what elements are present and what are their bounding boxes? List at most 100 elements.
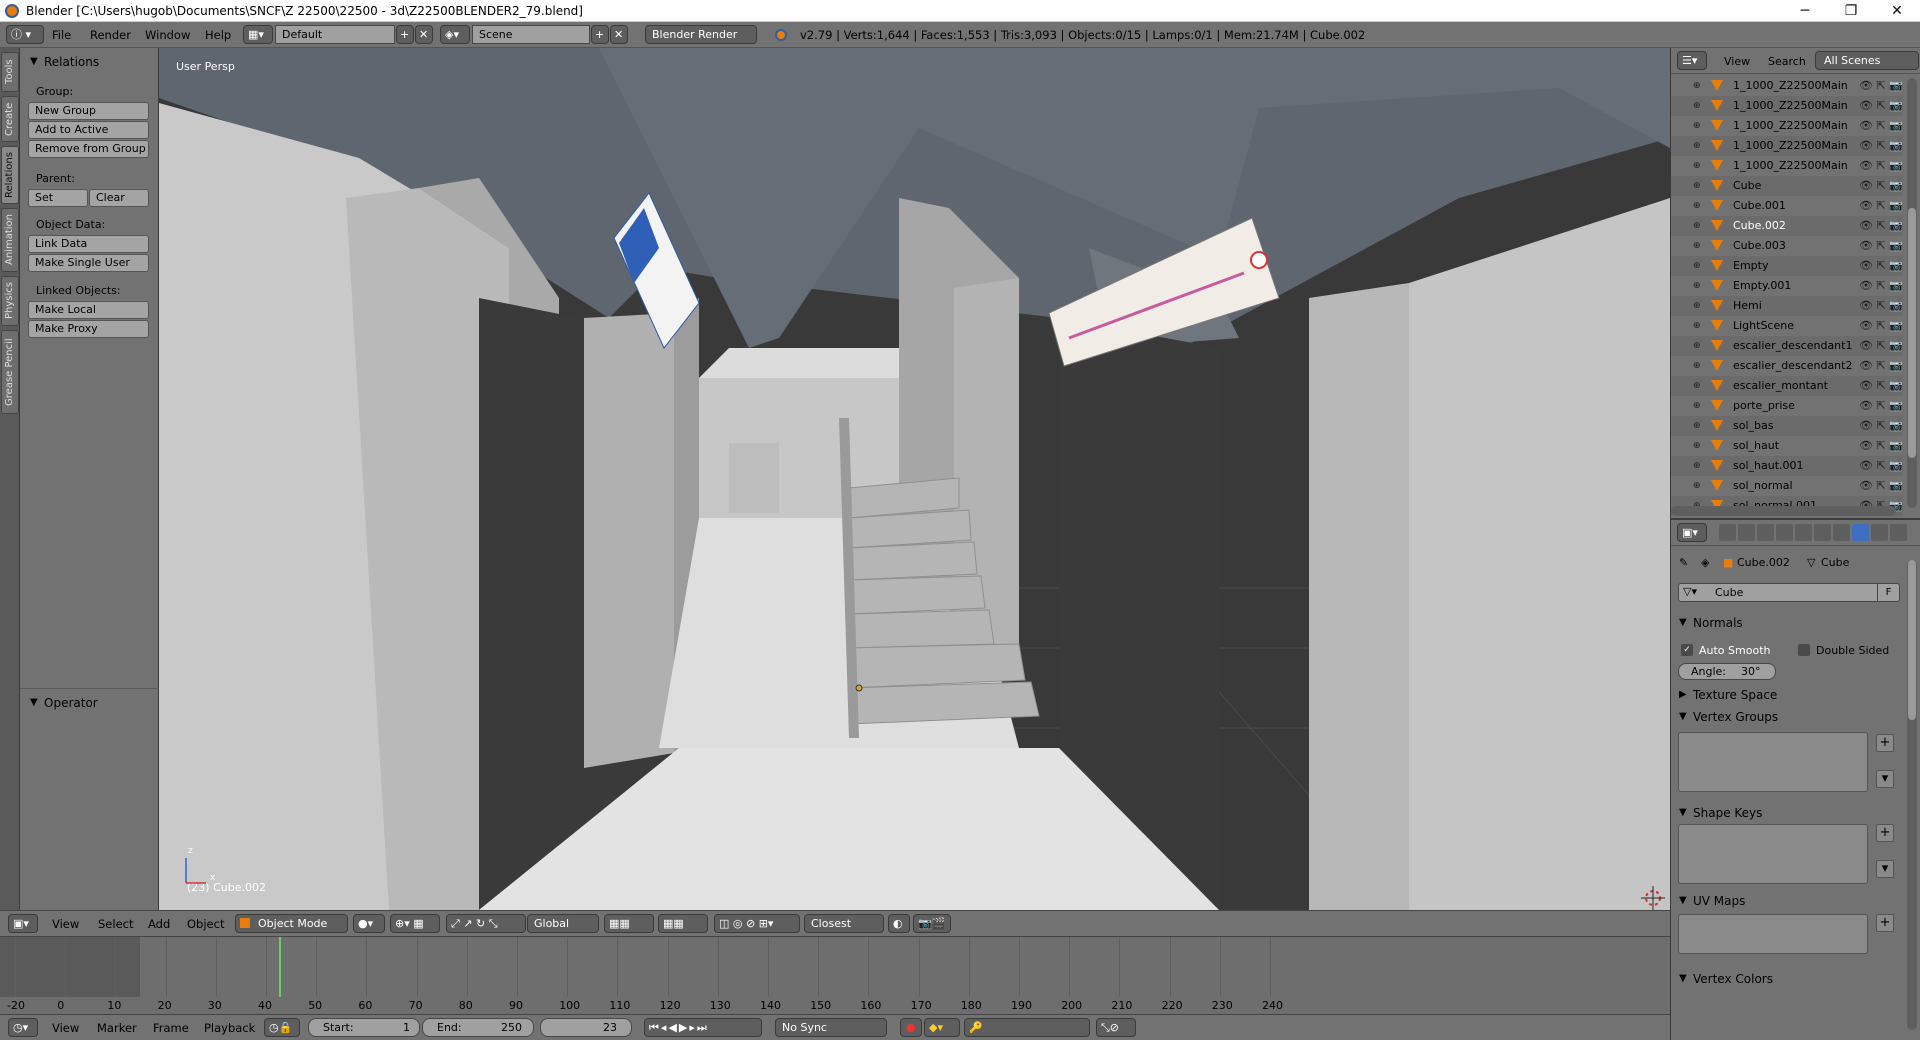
outliner-item-name[interactable]: escalier_montant	[1733, 376, 1857, 396]
end-value[interactable]: 250	[501, 1019, 522, 1036]
menu-window[interactable]: Window	[145, 28, 190, 42]
outliner-row[interactable]: ⊕ Cube.003 👁 ⇱ 📷	[1671, 236, 1903, 256]
end-frame-field[interactable]: End: 250	[422, 1018, 534, 1037]
vertex-groups-panel-header[interactable]: ▼ Vertex Groups	[1671, 706, 1903, 728]
visibility-toggle-icons[interactable]: 👁 ⇱ 📷	[1859, 96, 1903, 116]
preview-range-icons[interactable]: ◷🔒	[264, 1018, 300, 1037]
outliner-row[interactable]: ⊕ Cube.002 👁 ⇱ 📷	[1671, 216, 1903, 236]
expand-icon[interactable]: ⊕	[1693, 276, 1701, 296]
expand-icon[interactable]: ⊕	[1693, 76, 1701, 96]
relations-panel-header[interactable]: ▼ Relations	[20, 52, 159, 72]
outliner-row[interactable]: ⊕ 1_1000_Z22500Main 👁 ⇱ 📷	[1671, 116, 1903, 136]
normals-panel-header[interactable]: ▼ Normals	[1671, 612, 1903, 634]
tab-physics[interactable]: Physics	[1, 276, 19, 326]
view-menu[interactable]: View	[52, 917, 79, 931]
outliner-row[interactable]: ⊕ porte_prise 👁 ⇱ 📷	[1671, 396, 1903, 416]
visibility-toggle-icons[interactable]: 👁 ⇱ 📷	[1859, 296, 1903, 316]
keyframe-insert-icons[interactable]: ⤡⊘	[1096, 1018, 1136, 1037]
record-icon[interactable]: ●	[900, 1018, 922, 1037]
new-group-button[interactable]: New Group	[28, 102, 149, 120]
expand-icon[interactable]: ⊕	[1693, 416, 1701, 436]
visibility-toggle-icons[interactable]: 👁 ⇱ 📷	[1859, 316, 1903, 336]
visibility-toggle-icons[interactable]: 👁 ⇱ 📷	[1859, 396, 1903, 416]
pin-icon[interactable]: ✎	[1679, 556, 1688, 569]
expand-icon[interactable]: ⊕	[1693, 256, 1701, 276]
scene-icon[interactable]: ◈▾	[440, 25, 470, 44]
expand-icon[interactable]: ⊕	[1693, 436, 1701, 456]
outliner-item-name[interactable]: porte_prise	[1733, 396, 1857, 416]
expand-icon[interactable]: ⊕	[1693, 296, 1701, 316]
angle-field[interactable]: Angle: 30°	[1678, 663, 1776, 680]
outliner-item-name[interactable]: LightScene	[1733, 316, 1857, 336]
proportional-edit-icon[interactable]: ◐	[888, 914, 910, 933]
add-shape-key-icon[interactable]: +	[1876, 824, 1894, 842]
outliner-row[interactable]: ⊕ escalier_montant 👁 ⇱ 📷	[1671, 376, 1903, 396]
manipulator-icons[interactable]: ⤢ ↗ ↻ ⤡	[446, 914, 526, 933]
visibility-toggle-icons[interactable]: 👁 ⇱ 📷	[1859, 176, 1903, 196]
shape-keys-panel-header[interactable]: ▼ Shape Keys	[1671, 802, 1903, 824]
expand-icon[interactable]: ⊕	[1693, 156, 1701, 176]
properties-editor-icon[interactable]: ▣▾	[1677, 523, 1707, 542]
material-tab-icon[interactable]	[1871, 524, 1888, 541]
expand-icon[interactable]: ⊕	[1693, 196, 1701, 216]
outliner-item-name[interactable]: 1_1000_Z22500Main	[1733, 96, 1857, 116]
tab-create[interactable]: Create	[1, 96, 19, 142]
editor-type-info-icon[interactable]: ⓘ ▾	[6, 25, 44, 44]
outliner-item-name[interactable]: Empty	[1733, 256, 1857, 276]
shape-keys-list[interactable]	[1678, 824, 1868, 884]
render-engine-select[interactable]: Blender Render	[645, 25, 757, 44]
playback-menu[interactable]: Playback	[204, 1021, 255, 1035]
tab-animation[interactable]: Animation	[1, 208, 19, 272]
outliner-item-name[interactable]: 1_1000_Z22500Main	[1733, 156, 1857, 176]
expand-icon[interactable]: ⊕	[1693, 176, 1701, 196]
outliner-row[interactable]: ⊕ sol_normal 👁 ⇱ 📷	[1671, 476, 1903, 496]
properties-scrollbar-thumb[interactable]	[1908, 560, 1916, 720]
outliner-scrollbar-thumb[interactable]	[1908, 208, 1916, 458]
visibility-toggle-icons[interactable]: 👁 ⇱ 📷	[1859, 216, 1903, 236]
viewport-shading-icon[interactable]: ●▾	[353, 914, 385, 933]
add-to-active-button[interactable]: Add to Active	[28, 121, 149, 139]
visibility-toggle-icons[interactable]: 👁 ⇱ 📷	[1859, 436, 1903, 456]
world-tab-icon[interactable]	[1776, 524, 1793, 541]
constraints-tab-icon[interactable]	[1814, 524, 1831, 541]
outliner-search-menu[interactable]: Search	[1768, 55, 1806, 68]
expand-icon[interactable]: ⊕	[1693, 476, 1701, 496]
outliner-row[interactable]: ⊕ 1_1000_Z22500Main 👁 ⇱ 📷	[1671, 76, 1903, 96]
visibility-toggle-icons[interactable]: 👁 ⇱ 📷	[1859, 196, 1903, 216]
remove-layout-icon[interactable]: ✕	[415, 25, 433, 44]
modifiers-tab-icon[interactable]	[1833, 524, 1850, 541]
playback-controls-icons[interactable]: ⏮◂◀▶▸⏭	[644, 1018, 762, 1037]
visibility-toggle-icons[interactable]: 👁 ⇱ 📷	[1859, 116, 1903, 136]
tab-grease-pencil[interactable]: Grease Pencil	[1, 330, 19, 414]
expand-icon[interactable]: ⊕	[1693, 396, 1701, 416]
texture-tab-icon[interactable]	[1890, 524, 1907, 541]
expand-icon[interactable]: ⊕	[1693, 456, 1701, 476]
layers-icon-2[interactable]: ▦▦	[658, 914, 708, 933]
visibility-toggle-icons[interactable]: 👁 ⇱ 📷	[1859, 336, 1903, 356]
start-frame-field[interactable]: Start: 1	[308, 1018, 420, 1037]
outliner-row[interactable]: ⊕ sol_bas 👁 ⇱ 📷	[1671, 416, 1903, 436]
add-vertex-group-icon[interactable]: +	[1876, 734, 1894, 752]
outliner-row[interactable]: ⊕ escalier_descendant2 👁 ⇱ 📷	[1671, 356, 1903, 376]
outliner-item-name[interactable]: sol_bas	[1733, 416, 1857, 436]
outliner-item-name[interactable]: 1_1000_Z22500Main	[1733, 76, 1857, 96]
scene-field[interactable]: Scene	[472, 25, 590, 44]
outliner-editor-icon[interactable]: ☰▾	[1677, 51, 1707, 70]
outliner-row[interactable]: ⊕ sol_haut 👁 ⇱ 📷	[1671, 436, 1903, 456]
outliner-item-name[interactable]: Cube.002	[1733, 216, 1857, 236]
outliner-item-name[interactable]: Cube.003	[1733, 236, 1857, 256]
operator-panel-header[interactable]: ▼ Operator	[20, 693, 159, 713]
mesh-data-tab-icon[interactable]	[1852, 524, 1869, 541]
layers-icon[interactable]: ▦▦	[604, 914, 654, 933]
outliner-item-name[interactable]: sol_haut	[1733, 436, 1857, 456]
visibility-toggle-icons[interactable]: 👁 ⇱ 📷	[1859, 256, 1903, 276]
visibility-toggle-icons[interactable]: 👁 ⇱ 📷	[1859, 356, 1903, 376]
3d-editor-type-icon[interactable]: ▣▾	[8, 914, 38, 933]
expand-icon[interactable]: ⊕	[1693, 116, 1701, 136]
expand-icon[interactable]: ⊕	[1693, 96, 1701, 116]
mesh-name[interactable]: Cube	[1715, 586, 1743, 599]
visibility-toggle-icons[interactable]: 👁 ⇱ 📷	[1859, 136, 1903, 156]
vertex-group-menu-icon[interactable]: ▾	[1876, 770, 1894, 788]
outliner-item-name[interactable]: 1_1000_Z22500Main	[1733, 136, 1857, 156]
expand-icon[interactable]: ⊕	[1693, 236, 1701, 256]
